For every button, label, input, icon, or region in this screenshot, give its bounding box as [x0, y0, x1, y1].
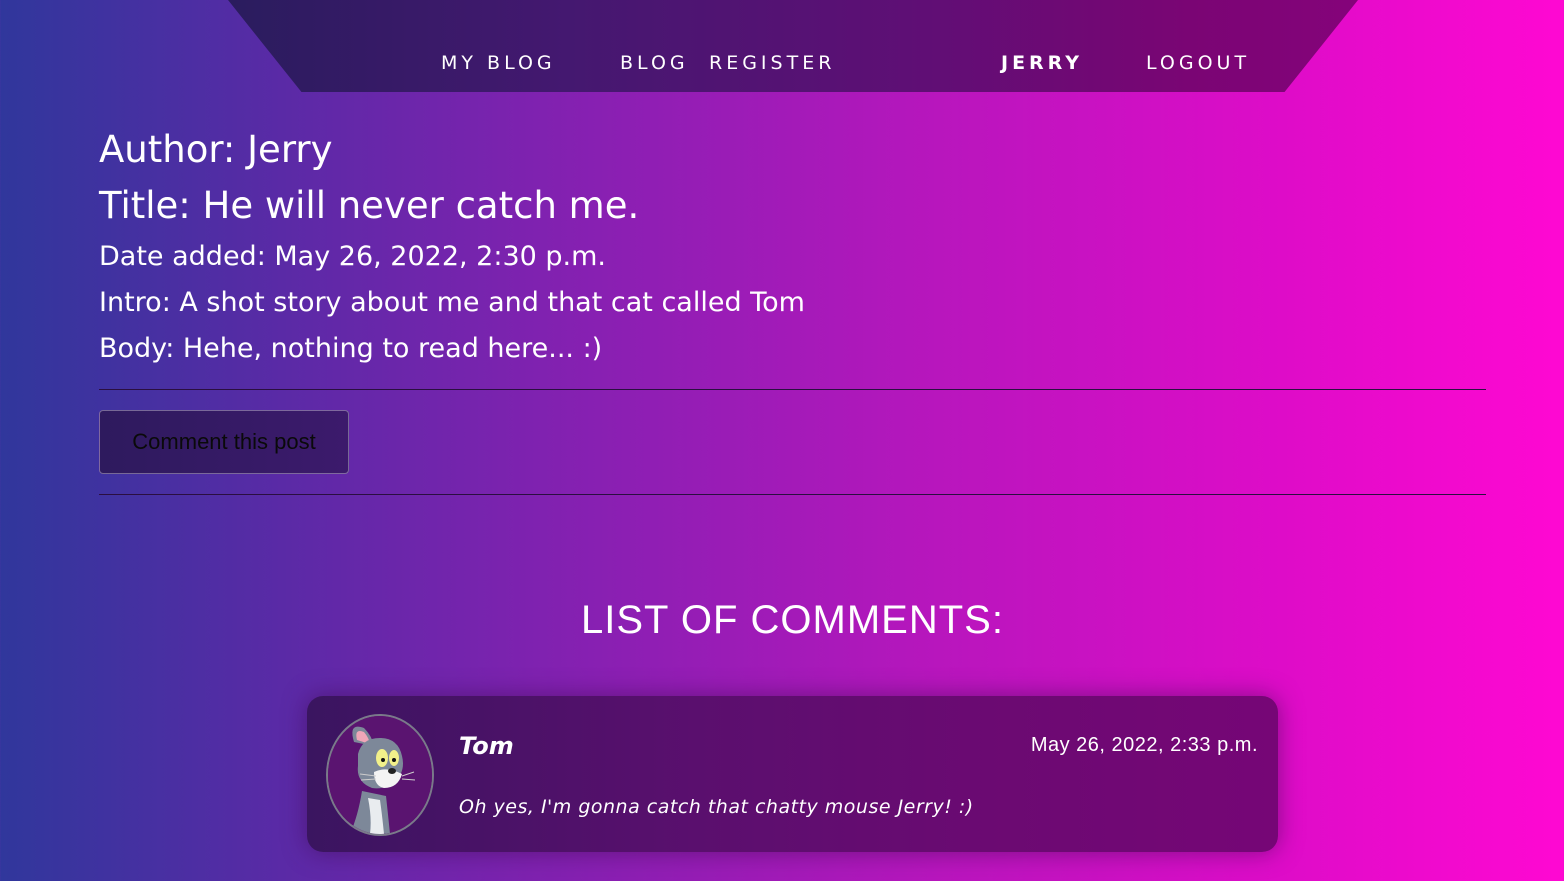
- post-date-added: Date added: May 26, 2022, 2:30 p.m.: [99, 241, 606, 272]
- post-details: Author: Jerry Title: He will never catch…: [99, 126, 1486, 372]
- top-navbar: [228, 0, 1358, 92]
- nav-link-logout[interactable]: LOGOUT: [1146, 52, 1250, 74]
- post-title: Title: He will never catch me.: [99, 184, 640, 227]
- nav-link-register[interactable]: REGISTER: [709, 52, 835, 74]
- nav-link-my-blog[interactable]: MY BLOG: [441, 52, 556, 74]
- post-author: Author: Jerry: [99, 128, 333, 171]
- nav-link-user-profile[interactable]: JERRY: [1001, 52, 1083, 74]
- post-body: Body: Hehe, nothing to read here... :): [99, 333, 603, 364]
- nav-link-blog[interactable]: BLOG: [620, 52, 689, 74]
- comments-heading: LIST OF COMMENTS:: [581, 598, 1004, 642]
- comment-author: Tom: [459, 732, 514, 760]
- divider-top: [99, 389, 1486, 390]
- comment-date: May 26, 2022, 2:33 p.m.: [1030, 734, 1258, 756]
- post-intro: Intro: A shot story about me and that ca…: [99, 287, 805, 318]
- divider-bottom: [99, 494, 1486, 495]
- comment-text: Oh yes, I'm gonna catch that chatty mous…: [459, 796, 974, 818]
- comment-card: Tom May 26, 2022, 2:33 p.m. Oh yes, I'm …: [307, 696, 1278, 852]
- comment-post-button[interactable]: Comment this post: [99, 410, 349, 474]
- tom-cat-avatar-icon: [326, 714, 434, 836]
